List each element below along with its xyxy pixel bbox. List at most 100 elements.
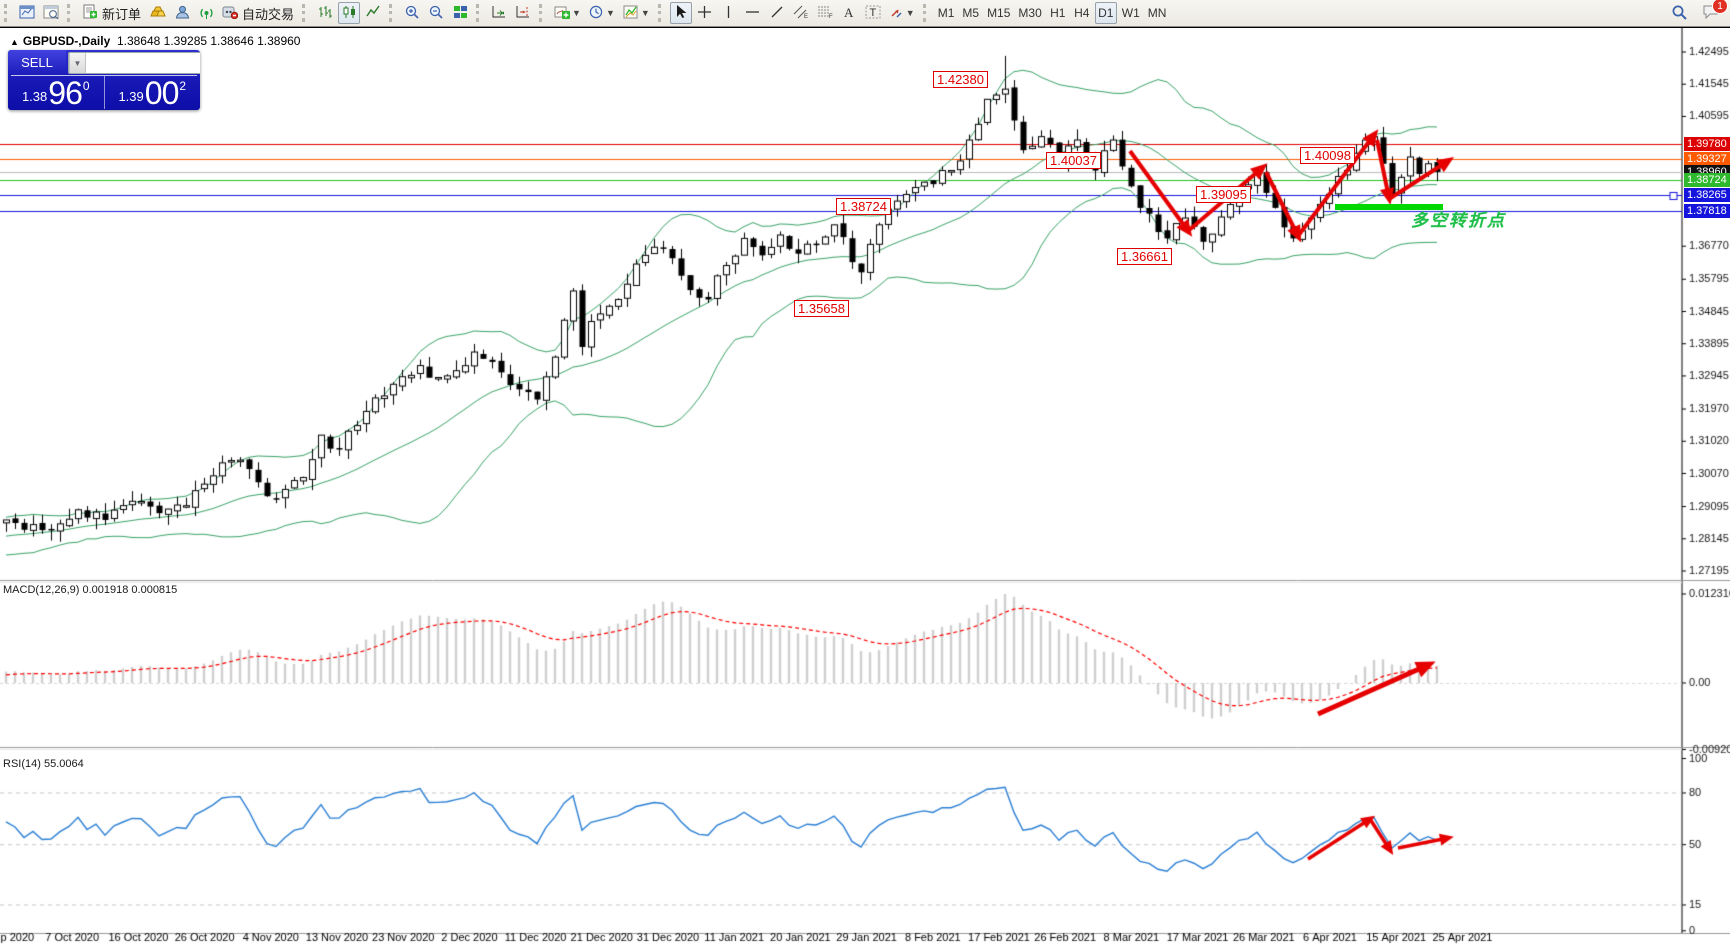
toolbar-grip — [389, 4, 397, 22]
periods-button[interactable]: ▼ — [586, 2, 618, 24]
buy-price[interactable]: 1.39 00 2 — [105, 76, 201, 109]
collapse-triangle-icon[interactable]: ▲ — [10, 37, 19, 47]
volume-box: ▼ ▲ — [68, 52, 200, 74]
toolbar-grip — [476, 4, 484, 22]
trendline-icon — [770, 5, 784, 22]
price-label: 1.36661 — [1117, 248, 1172, 265]
text-button[interactable]: A — [838, 2, 860, 24]
notifications-button[interactable]: 1 — [1702, 3, 1722, 23]
new-chart-button[interactable] — [16, 2, 38, 24]
timeframe-h4[interactable]: H4 — [1071, 2, 1093, 24]
channel-button[interactable]: E — [790, 2, 812, 24]
cursor-icon — [674, 4, 687, 22]
price-label: 1.40098 — [1300, 147, 1355, 164]
axis-price-tag: 1.38724 — [1684, 173, 1730, 187]
channel-icon: E — [793, 4, 809, 22]
svg-text:T: T — [869, 7, 876, 19]
sell-button[interactable]: SELL — [8, 50, 66, 75]
search-icon[interactable] — [1671, 4, 1688, 23]
svg-text:F: F — [829, 14, 833, 19]
annotation-cn-text: 多空转折点 — [1411, 206, 1506, 231]
one-click-trade-panel: SELL ▼ ▲ BUY 1.38 96 0 1.39 00 2 — [8, 50, 200, 110]
chart-canvas[interactable] — [0, 28, 1730, 946]
axis-price-tag: 1.39327 — [1684, 152, 1730, 166]
chart-area: ▲GBPUSD-,Daily 1.38648 1.39285 1.38646 1… — [0, 27, 1730, 946]
horizontal-line-icon — [745, 5, 760, 22]
candle-chart-button[interactable] — [338, 2, 360, 24]
zoom-in-icon — [405, 5, 420, 22]
zoom-out-icon — [429, 5, 444, 22]
zoom-in-button[interactable] — [401, 2, 423, 24]
line-chart-button[interactable] — [362, 2, 384, 24]
timeframe-m15[interactable]: M15 — [984, 2, 1013, 24]
svg-text:A: A — [844, 5, 854, 19]
text-label-button[interactable]: T — [862, 2, 884, 24]
timeframe-d1[interactable]: D1 — [1095, 2, 1117, 24]
vertical-line-icon — [723, 5, 734, 22]
bar-chart-button[interactable] — [314, 2, 336, 24]
gold-button[interactable] — [146, 2, 169, 24]
timeframe-h1[interactable]: H1 — [1047, 2, 1069, 24]
symbol-name: GBPUSD-,Daily — [23, 34, 110, 48]
axis-price-tag: 1.38265 — [1684, 188, 1730, 202]
auto-trading-button[interactable]: 自动交易 — [219, 2, 297, 24]
templates-icon — [623, 5, 639, 22]
bar-chart-icon — [318, 5, 333, 22]
add-indicator-icon — [554, 5, 570, 22]
crosshair-button[interactable] — [694, 2, 716, 24]
trendline-button[interactable] — [766, 2, 788, 24]
price-label: 1.39095 — [1196, 186, 1251, 203]
price-label: 1.40037 — [1046, 152, 1101, 169]
chart-title: ▲GBPUSD-,Daily 1.38648 1.39285 1.38646 1… — [10, 34, 300, 48]
timeframe-m1[interactable]: M1 — [935, 2, 958, 24]
autotrade-icon — [222, 5, 238, 22]
toolbar-grip — [539, 4, 547, 22]
tile-windows-button[interactable] — [449, 2, 471, 24]
horizontal-line-button[interactable] — [742, 2, 764, 24]
cursor-button[interactable] — [670, 2, 692, 24]
zoom-out-button[interactable] — [425, 2, 447, 24]
chart-shift-icon — [515, 5, 531, 22]
vertical-line-button[interactable] — [718, 2, 740, 24]
toolbar-grip — [302, 4, 310, 22]
notification-badge: 1 — [1712, 0, 1728, 14]
community-icon — [175, 5, 190, 22]
auto-scroll-button[interactable] — [488, 2, 510, 24]
axis-price-tag: 1.39780 — [1684, 137, 1730, 151]
profiles-icon — [43, 5, 59, 22]
rsi-pane-label: RSI(14) 55.0064 — [3, 758, 84, 770]
volume-input[interactable] — [86, 53, 200, 73]
volume-down-button[interactable]: ▼ — [69, 53, 86, 73]
timeframe-m30[interactable]: M30 — [1015, 2, 1044, 24]
text-label-icon: T — [865, 4, 881, 22]
price-label: 1.42380 — [933, 71, 988, 88]
chart-shift-button[interactable] — [512, 2, 534, 24]
sell-price[interactable]: 1.38 96 0 — [8, 76, 105, 109]
buy-price-sup: 2 — [179, 79, 186, 93]
timeframe-mn[interactable]: MN — [1145, 2, 1170, 24]
timeframe-m5[interactable]: M5 — [959, 2, 982, 24]
toolbar-grip — [658, 4, 666, 22]
sell-price-sup: 0 — [83, 79, 90, 93]
timeframe-w1[interactable]: W1 — [1119, 2, 1143, 24]
macd-pane-label: MACD(12,26,9) 0.001918 0.000815 — [3, 584, 177, 596]
new-order-button[interactable]: 新订单 — [79, 2, 144, 24]
fibonacci-button[interactable]: F — [814, 2, 836, 24]
main-toolbar: 新订单自动交易▼▼▼EFAT▼M1M5M15M30H1H4D1W1MN 1 — [0, 0, 1730, 27]
add-indicator-button[interactable]: ▼ — [551, 2, 584, 24]
sell-price-big: 96 — [48, 79, 82, 107]
profiles-button[interactable] — [40, 2, 62, 24]
sell-price-small: 1.38 — [22, 89, 47, 104]
mt4-window: 新订单自动交易▼▼▼EFAT▼M1M5M15M30H1H4D1W1MN 1 ▲G… — [0, 0, 1730, 946]
svg-text:E: E — [804, 14, 808, 19]
fibonacci-icon: F — [817, 4, 833, 22]
arrows-tool-button[interactable]: ▼ — [886, 2, 918, 24]
buy-price-small: 1.39 — [118, 89, 143, 104]
crosshair-icon — [697, 5, 712, 22]
community-button[interactable] — [171, 2, 193, 24]
toolbar-grip — [67, 4, 75, 22]
tile-windows-icon — [453, 5, 468, 22]
signals-button[interactable] — [195, 2, 217, 24]
price-label: 1.35658 — [794, 300, 849, 317]
templates-button[interactable]: ▼ — [620, 2, 653, 24]
